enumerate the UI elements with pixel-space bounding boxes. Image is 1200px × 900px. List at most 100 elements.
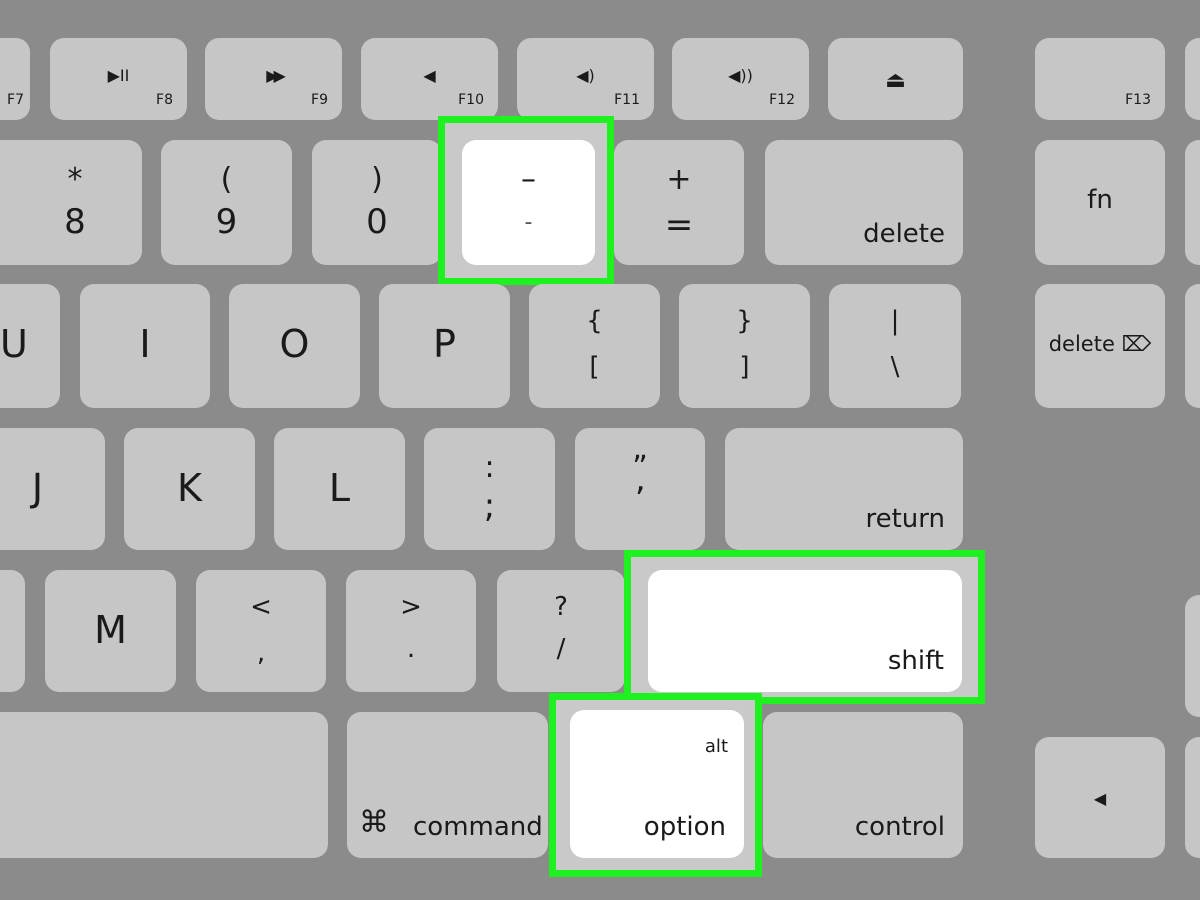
key-bottom-label: [ xyxy=(589,352,600,382)
key-partial[interactable] xyxy=(1185,737,1200,858)
key-f8[interactable]: ▶II F8 xyxy=(50,38,187,120)
key-j[interactable]: J xyxy=(0,428,105,550)
key-left-bracket[interactable]: {[ xyxy=(529,284,660,408)
key-label: shift xyxy=(887,646,944,676)
key-label: control xyxy=(854,812,945,842)
key-bottom-label: / xyxy=(556,634,566,664)
key-label: F8 xyxy=(156,92,173,108)
key-p[interactable]: P xyxy=(379,284,510,408)
key-label: P xyxy=(433,322,456,366)
key-bottom-label: 8 xyxy=(64,202,86,242)
key-backslash[interactable]: | \ xyxy=(829,284,961,408)
key-top-label: < xyxy=(250,592,272,622)
key-bottom-label: ; xyxy=(483,486,496,526)
key-label: K xyxy=(177,466,202,510)
key-top-label: } xyxy=(736,306,753,336)
key-delete[interactable]: delete xyxy=(765,140,963,265)
key-return[interactable]: return xyxy=(725,428,963,550)
key-bottom-label: = xyxy=(664,205,694,245)
key-command[interactable]: ⌘ command xyxy=(347,712,548,858)
key-forward-delete[interactable]: delete ⌦ xyxy=(1035,284,1165,408)
eject-icon: ⏏ xyxy=(885,68,906,93)
key-quote[interactable]: ”’ xyxy=(575,428,705,550)
key-semicolon[interactable]: :; xyxy=(424,428,555,550)
key-top-label: ( xyxy=(220,162,233,197)
key-f11[interactable]: ◀) F11 xyxy=(517,38,654,120)
key-label: M xyxy=(94,608,127,652)
key-bottom-label: 0 xyxy=(366,202,388,242)
key-label: I xyxy=(139,322,151,366)
key-space[interactable] xyxy=(0,712,328,858)
key-f7[interactable]: F7 xyxy=(0,38,30,120)
key-8[interactable]: * 8 xyxy=(0,140,142,265)
command-icon: ⌘ xyxy=(359,805,389,840)
key-fn[interactable]: fn xyxy=(1035,140,1165,265)
key-label: J xyxy=(31,466,44,510)
key-minus[interactable]: – - xyxy=(462,140,595,265)
key-bottom-label: 9 xyxy=(215,202,238,242)
key-k[interactable]: K xyxy=(124,428,255,550)
key-m[interactable]: M xyxy=(45,570,176,692)
key-i[interactable]: I xyxy=(80,284,210,408)
key-u[interactable]: U xyxy=(0,284,60,408)
key-partial[interactable] xyxy=(1185,38,1200,120)
key-f12[interactable]: ◀)) F12 xyxy=(672,38,809,120)
key-f10[interactable]: ◀ F10 xyxy=(361,38,498,120)
key-top-label: { xyxy=(586,306,603,336)
key-label: O xyxy=(279,322,310,366)
key-top-label: * xyxy=(67,162,83,197)
key-eject[interactable]: ⏏ xyxy=(828,38,963,120)
key-partial[interactable] xyxy=(1185,595,1200,717)
key-0[interactable]: ) 0 xyxy=(312,140,442,265)
key-left-arrow[interactable]: ◀ xyxy=(1035,737,1165,858)
key-top-label: : xyxy=(484,450,495,485)
key-9[interactable]: (9 xyxy=(161,140,292,265)
key-label: delete xyxy=(1048,332,1115,356)
key-slash[interactable]: ? / xyxy=(497,570,625,692)
key-bottom-label: . xyxy=(406,634,416,664)
key-label-group: delete ⌦ xyxy=(1035,332,1165,356)
key-shift[interactable]: shift xyxy=(648,570,962,692)
key-top-label: + xyxy=(666,162,692,197)
key-comma[interactable]: <, xyxy=(196,570,326,692)
key-f13[interactable]: F13 xyxy=(1035,38,1165,120)
key-top-label: | xyxy=(890,306,900,336)
key-label: L xyxy=(328,466,351,510)
key-right-bracket[interactable]: }] xyxy=(679,284,810,408)
key-partial[interactable] xyxy=(1185,284,1200,408)
key-partial[interactable] xyxy=(1185,140,1200,265)
key-period[interactable]: >. xyxy=(346,570,476,692)
key-f9[interactable]: ▶▶ F9 xyxy=(205,38,342,120)
key-l[interactable]: L xyxy=(274,428,405,550)
volume-up-icon: ◀)) xyxy=(728,66,753,85)
key-option[interactable]: alt option xyxy=(570,710,744,858)
key-top-label: > xyxy=(400,592,422,622)
key-label: F12 xyxy=(769,92,795,108)
key-label: F11 xyxy=(614,92,640,108)
key-top-label: ) xyxy=(371,162,383,197)
key-bottom-label: ] xyxy=(739,352,750,382)
key-control[interactable]: control xyxy=(763,712,963,858)
key-label: F9 xyxy=(311,92,328,108)
mute-icon: ◀ xyxy=(423,66,436,85)
key-o[interactable]: O xyxy=(229,284,360,408)
key-label: F13 xyxy=(1125,92,1151,108)
key-label: U xyxy=(0,322,28,366)
volume-down-icon: ◀) xyxy=(576,66,595,85)
key-top-label: ? xyxy=(554,592,568,622)
fast-forward-icon: ▶▶ xyxy=(266,66,286,85)
key-label: delete xyxy=(863,219,945,249)
key-sublabel: alt xyxy=(704,736,728,757)
left-arrow-icon: ◀ xyxy=(1093,789,1107,808)
key-label: F10 xyxy=(458,92,484,108)
key-label: option xyxy=(643,812,726,842)
key-equals[interactable]: + = xyxy=(614,140,744,265)
key-bottom-label: - xyxy=(524,210,533,235)
key-partial[interactable] xyxy=(0,570,25,692)
play-pause-icon: ▶II xyxy=(107,66,130,85)
forward-delete-icon: ⌦ xyxy=(1121,332,1152,356)
key-label: command xyxy=(413,812,543,842)
key-label: return xyxy=(865,504,946,534)
key-bottom-label: ’ xyxy=(634,480,646,520)
key-bottom-label: , xyxy=(256,638,266,668)
